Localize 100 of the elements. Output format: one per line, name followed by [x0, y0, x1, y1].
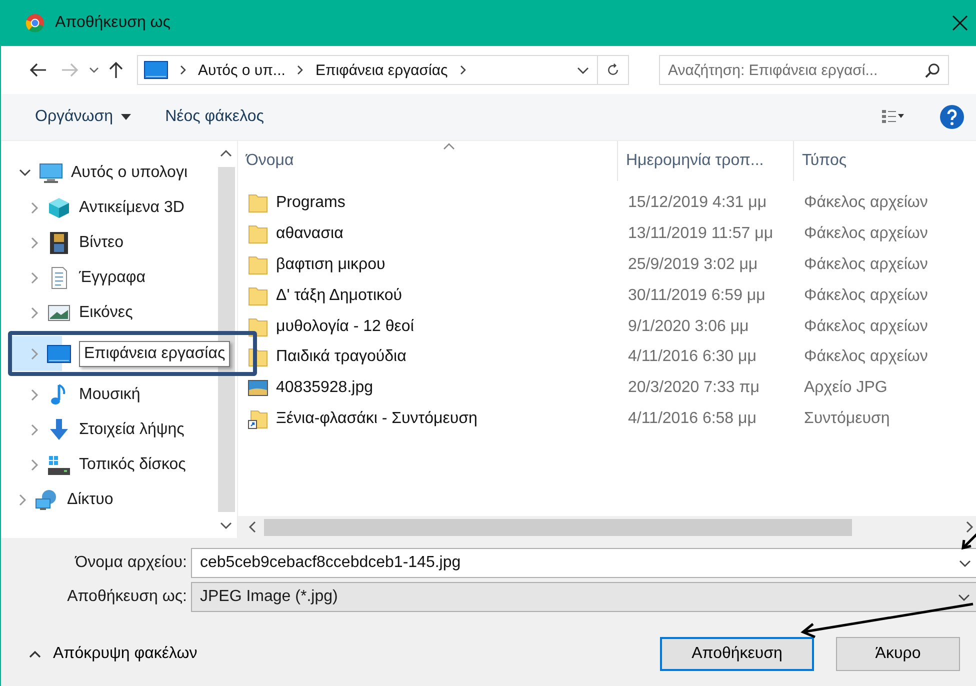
- close-icon[interactable]: [952, 15, 968, 31]
- date-cell-text: 13/11/2019 11:57 μμ: [627, 225, 774, 244]
- sidebar-item-label: Αυτός ο υπολογι: [71, 164, 188, 182]
- cancel-button[interactable]: Άκυρο: [836, 637, 960, 671]
- desktop-icon: [144, 61, 168, 79]
- breadcrumb-item[interactable]: Αυτός ο υπ...: [198, 62, 286, 78]
- sidebar-item-label: Στοιχεία λήψης: [79, 420, 184, 438]
- sidebar-item[interactable]: Μουσική: [1, 377, 215, 412]
- chevron-right-icon[interactable]: [31, 306, 39, 318]
- type-cell-text: Φάκελος αρχείων: [803, 348, 929, 366]
- folder-icon: [248, 254, 268, 275]
- file-name[interactable]: Παιδικά τραγούδια: [276, 348, 406, 366]
- chevron-right-icon[interactable]: [31, 272, 39, 284]
- type-cell-text: Φάκελος αρχείων: [803, 318, 929, 336]
- address-bar[interactable]: Αυτός ο υπ... Επιφάνεια εργασίας: [137, 55, 629, 85]
- chevron-right-icon[interactable]: [31, 388, 39, 400]
- file-name-label: Όνομα αρχείου:: [74, 554, 187, 572]
- sidebar-item-label: Δίκτυο: [67, 490, 114, 508]
- file-name-field[interactable]: ceb5ceb9cebacf8ccebdceb1-145.jpg: [191, 548, 976, 578]
- sidebar-item[interactable]: Εικόνες: [1, 295, 215, 330]
- chevron-right-icon[interactable]: [31, 424, 39, 436]
- window-title: Αποθήκευση ως: [55, 14, 170, 32]
- column-header[interactable]: Όνομα: [238, 141, 618, 181]
- image-file-icon: [248, 378, 268, 398]
- scroll-up-icon[interactable]: [220, 149, 232, 157]
- film-icon: [47, 232, 71, 254]
- folder-icon: [248, 193, 268, 214]
- sidebar-item[interactable]: Δίκτυο: [1, 482, 215, 517]
- organize-menu-button[interactable]: Οργάνωση: [25, 104, 142, 130]
- date-cell-text: 25/9/2019 3:02 μμ: [627, 256, 759, 274]
- sidebar-item-label: Έγγραφα: [79, 268, 146, 286]
- back-arrow-icon[interactable]: [29, 63, 47, 77]
- type-cell-text: Συντόμευση: [803, 410, 891, 428]
- new-folder-button[interactable]: Νέος φάκελος: [155, 104, 274, 130]
- file-name[interactable]: Ξένια-φλασάκι - Συντόμευση: [276, 410, 478, 428]
- network-icon: [35, 488, 59, 510]
- sidebar-item[interactable]: Τοπικός δίσκος: [1, 447, 215, 482]
- chevron-right-icon: [297, 65, 304, 75]
- desktop-icon: [47, 342, 71, 364]
- scroll-right-icon[interactable]: [966, 521, 974, 533]
- folder-icon: [248, 316, 268, 337]
- save-as-type-label: Αποθήκευση ως:: [66, 588, 187, 606]
- file-name[interactable]: Δ' τάξη Δημοτικού: [276, 286, 402, 305]
- file-name[interactable]: βαφτιση μικρου: [276, 256, 386, 274]
- chevron-right-icon[interactable]: [19, 494, 27, 506]
- chevron-down-icon[interactable]: [577, 66, 589, 74]
- drive-icon: [47, 454, 71, 476]
- chevron-down-icon[interactable]: [959, 560, 971, 567]
- sidebar-item[interactable]: Έγγραφα: [1, 260, 215, 295]
- chevron-down-icon: [958, 594, 970, 600]
- type-cell-text: Αρχείο JPG: [803, 379, 888, 398]
- sidebar-item[interactable]: Βίντεο: [1, 225, 215, 260]
- chevron-right-icon[interactable]: [31, 458, 39, 470]
- chevron-right-icon[interactable]: [31, 236, 39, 248]
- scroll-left-icon[interactable]: [248, 521, 256, 533]
- folder-icon: [248, 224, 268, 244]
- sidebar-item-label: Αντικείμενα 3D: [79, 198, 184, 216]
- view-options-icon[interactable]: [882, 110, 904, 124]
- chevron-down-icon[interactable]: [19, 168, 31, 176]
- chevron-right-icon: [180, 65, 186, 75]
- scrollbar-thumb[interactable]: [264, 518, 852, 536]
- search-icon: [925, 63, 940, 78]
- type-cell-text: Φάκελος αρχείων: [803, 256, 929, 274]
- scroll-down-icon[interactable]: [220, 522, 232, 530]
- column-header[interactable]: Τύπος: [794, 141, 976, 181]
- type-cell-text: Φάκελος αρχείων: [803, 194, 929, 212]
- sidebar-item-label: Εικόνες: [79, 304, 133, 322]
- sidebar-item-label: Μουσική: [79, 386, 140, 404]
- date-cell-text: 9/1/2020 3:06 μμ: [627, 318, 750, 336]
- date-cell-text: 30/11/2019 6:59 μμ: [627, 286, 766, 305]
- column-header[interactable]: Ημερομηνία τροπ...: [618, 141, 794, 181]
- type-cell-text: Φάκελος αρχείων: [803, 286, 929, 305]
- type-cell-text: Φάκελος αρχείων: [803, 225, 929, 244]
- file-name[interactable]: 40835928.jpg: [276, 379, 373, 398]
- chevron-down-icon[interactable]: [89, 67, 99, 73]
- browser-logo-icon: [25, 13, 45, 33]
- sidebar-item[interactable]: Στοιχεία λήψης: [1, 412, 215, 447]
- search-field[interactable]: Αναζήτηση: Επιφάνεια εργασί...: [659, 55, 949, 85]
- save-button[interactable]: Αποθήκευση: [660, 637, 814, 671]
- file-type-dropdown[interactable]: JPEG Image (*.jpg): [191, 582, 976, 612]
- hide-folders-button[interactable]: Απόκρυψη φακέλων: [25, 641, 202, 667]
- file-name[interactable]: Programs: [276, 194, 346, 212]
- up-arrow-icon[interactable]: [109, 61, 123, 79]
- computer-icon: [39, 162, 63, 184]
- chevron-right-icon: [460, 65, 466, 75]
- date-cell-text: 4/11/2016 6:30 μμ: [627, 348, 758, 366]
- download-arrow-icon: [47, 418, 71, 440]
- sort-caret-icon: [443, 143, 455, 150]
- help-icon[interactable]: [940, 105, 964, 129]
- breadcrumb-item[interactable]: Επιφάνεια εργασίας: [315, 62, 448, 78]
- chevron-up-icon: [29, 650, 41, 658]
- date-cell-text: 20/3/2020 7:33 πμ: [627, 379, 760, 398]
- file-name[interactable]: αθανασια: [276, 225, 344, 244]
- chevron-right-icon[interactable]: [31, 202, 39, 214]
- refresh-icon[interactable]: [606, 63, 620, 77]
- sidebar-item[interactable]: Αντικείμενα 3D: [1, 190, 215, 225]
- sidebar-item[interactable]: Αυτός ο υπολογι: [1, 155, 215, 190]
- sidebar-item-label: Τοπικός δίσκος: [79, 456, 186, 474]
- file-name[interactable]: μυθολογία - 12 θεοί: [276, 318, 414, 336]
- annotation-arrow: [962, 533, 976, 550]
